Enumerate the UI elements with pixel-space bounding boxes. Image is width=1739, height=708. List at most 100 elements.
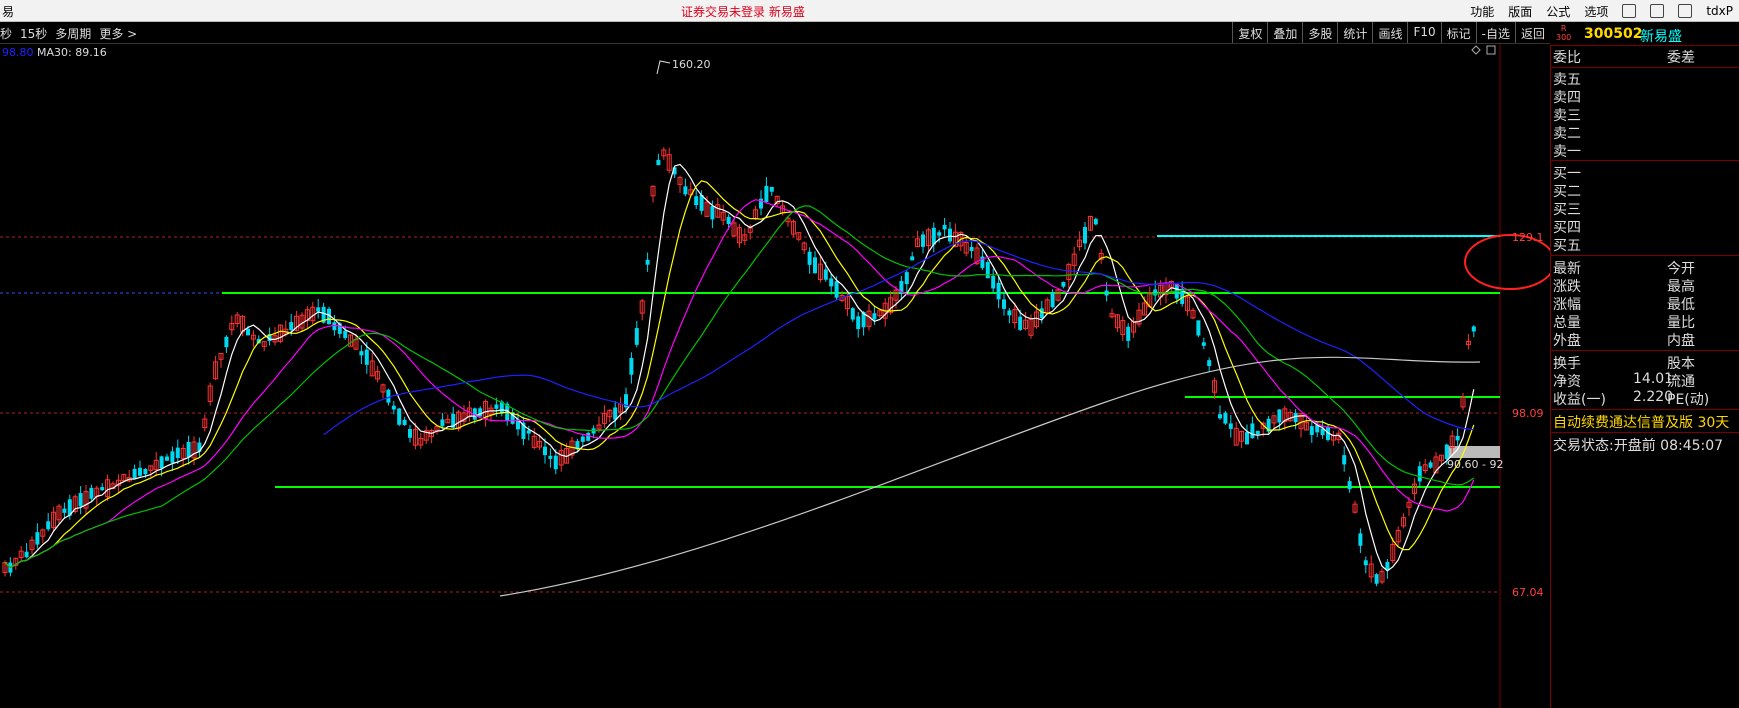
btn-remove-fav[interactable]: -自选	[1475, 22, 1515, 43]
buy-4-row[interactable]: 买四	[1553, 217, 1739, 236]
window-icon[interactable]	[1678, 4, 1693, 18]
stock-name: 新易盛	[1640, 29, 1682, 45]
btn-multi-stock[interactable]: 多股	[1302, 22, 1337, 43]
candle-down	[829, 278, 834, 287]
candle-down	[1196, 320, 1201, 336]
candle-down	[1245, 432, 1249, 445]
ticker-scroll[interactable]: 自动续费通达信普及版 30天	[1553, 412, 1729, 432]
candle-down	[1201, 342, 1206, 346]
candle-down	[1358, 533, 1363, 546]
login-status-text: 证券交易未登录 新易盛	[681, 5, 805, 19]
candle-down	[991, 275, 996, 289]
period-second[interactable]: 秒	[0, 25, 12, 42]
candle-down	[440, 419, 445, 427]
candle-down	[1207, 360, 1212, 367]
candle-down	[1385, 562, 1390, 570]
divider	[1551, 160, 1739, 161]
candle-down	[656, 159, 661, 166]
menu-formula[interactable]: 公式	[1546, 3, 1570, 20]
candle-down	[494, 404, 499, 409]
period-15s[interactable]: 15秒	[20, 25, 47, 42]
candle-down	[613, 407, 618, 420]
ma-value: 98.80	[2, 46, 34, 59]
phone-icon[interactable]	[1650, 4, 1665, 18]
stat-row: 涨幅 最低	[1553, 297, 1695, 313]
candle-down	[478, 408, 483, 417]
ma20-line	[4, 199, 1475, 569]
candle-down	[1104, 290, 1109, 296]
candle-down	[526, 430, 531, 434]
candle-down	[408, 429, 412, 438]
period-multi[interactable]: 多周期	[55, 25, 91, 42]
sell-3-row[interactable]: 卖三	[1553, 105, 1739, 124]
candle-down	[1428, 462, 1433, 468]
candle-down	[1255, 430, 1260, 435]
buy-3-row[interactable]: 买三	[1553, 199, 1739, 218]
candle-down	[359, 351, 364, 356]
candle-down	[386, 389, 391, 403]
btn-stats[interactable]: 统计	[1337, 22, 1372, 43]
btn-f10[interactable]: F10	[1407, 22, 1440, 43]
candle-down	[1061, 282, 1066, 287]
chart-toolbar: 秒 15秒 多周期 更多 > 复权 叠加 多股 统计 画线 F10 标记 -自选…	[0, 22, 1550, 44]
buy-2-row[interactable]: 买二	[1553, 181, 1739, 200]
ma30-text: MA30: 89.16	[37, 46, 107, 59]
candle-down	[170, 451, 175, 463]
candle-down	[1363, 560, 1368, 566]
candle-down	[1342, 455, 1347, 465]
chart-expand-icon	[1486, 45, 1496, 55]
top-menu: 功能 版面 公式 选项 tdxP	[1456, 0, 1733, 22]
candle-down	[46, 521, 51, 530]
kline-chart[interactable]: 129.1 98.09 67.04 160.20 90.60 - 92	[0, 44, 1550, 708]
stock-header: R 300 300502 新易盛	[1550, 22, 1739, 46]
candle-down	[1455, 435, 1460, 441]
btn-draw[interactable]: 画线	[1372, 22, 1407, 43]
candle-down	[343, 330, 348, 339]
candle-down	[364, 349, 369, 365]
buy-5-row[interactable]: 买五	[1553, 235, 1739, 254]
diamond-icon	[1471, 45, 1481, 55]
divider	[1551, 409, 1739, 410]
candle-down	[813, 257, 817, 274]
candle-down	[942, 224, 947, 230]
divider	[1551, 350, 1739, 351]
candle-down	[969, 246, 974, 252]
divider	[1551, 432, 1739, 433]
candle-down	[89, 487, 94, 499]
candle-down	[1083, 227, 1087, 244]
candle-down	[289, 322, 294, 331]
candle-down	[24, 551, 29, 558]
candle-down	[710, 206, 715, 220]
sell-5-row[interactable]: 卖五	[1553, 69, 1739, 88]
candle-down	[823, 269, 828, 280]
btn-overlay[interactable]: 叠加	[1267, 22, 1302, 43]
price-label-low: 67.04	[1512, 586, 1544, 599]
ma-legend: 98.80 MA30: 89.16	[2, 46, 107, 59]
candle-down	[996, 282, 1001, 300]
menu-tdx[interactable]: tdxP	[1706, 4, 1733, 18]
stat-row: 涨跌 最高	[1553, 279, 1695, 295]
trade-status: 交易状态:开盘前 08:45:07	[1553, 438, 1724, 454]
app-title-fragment: 易	[2, 5, 15, 19]
candle-down	[316, 307, 321, 312]
menu-options[interactable]: 选项	[1584, 3, 1608, 20]
sell-2-row[interactable]: 卖二	[1553, 123, 1739, 142]
menu-layout[interactable]: 版面	[1508, 3, 1532, 20]
candle-down	[683, 186, 688, 195]
buy-1-row[interactable]: 买一	[1553, 163, 1739, 182]
stat-row: 最新 今开	[1553, 261, 1695, 277]
candle-down	[397, 408, 402, 425]
candle-down	[1374, 574, 1379, 584]
candle-down	[402, 419, 407, 425]
period-more[interactable]: 更多 >	[99, 25, 137, 42]
sell-1-row[interactable]: 卖一	[1553, 141, 1739, 160]
candle-down	[910, 256, 915, 261]
refresh-icon[interactable]	[1622, 4, 1637, 18]
btn-adjust[interactable]: 复权	[1232, 22, 1267, 43]
sell-4-row[interactable]: 卖四	[1553, 87, 1739, 106]
candle-down	[553, 455, 558, 470]
btn-mark[interactable]: 标记	[1440, 22, 1476, 43]
menu-function[interactable]: 功能	[1470, 3, 1494, 20]
candle-down	[159, 456, 164, 469]
btn-back[interactable]: 返回	[1514, 22, 1550, 43]
